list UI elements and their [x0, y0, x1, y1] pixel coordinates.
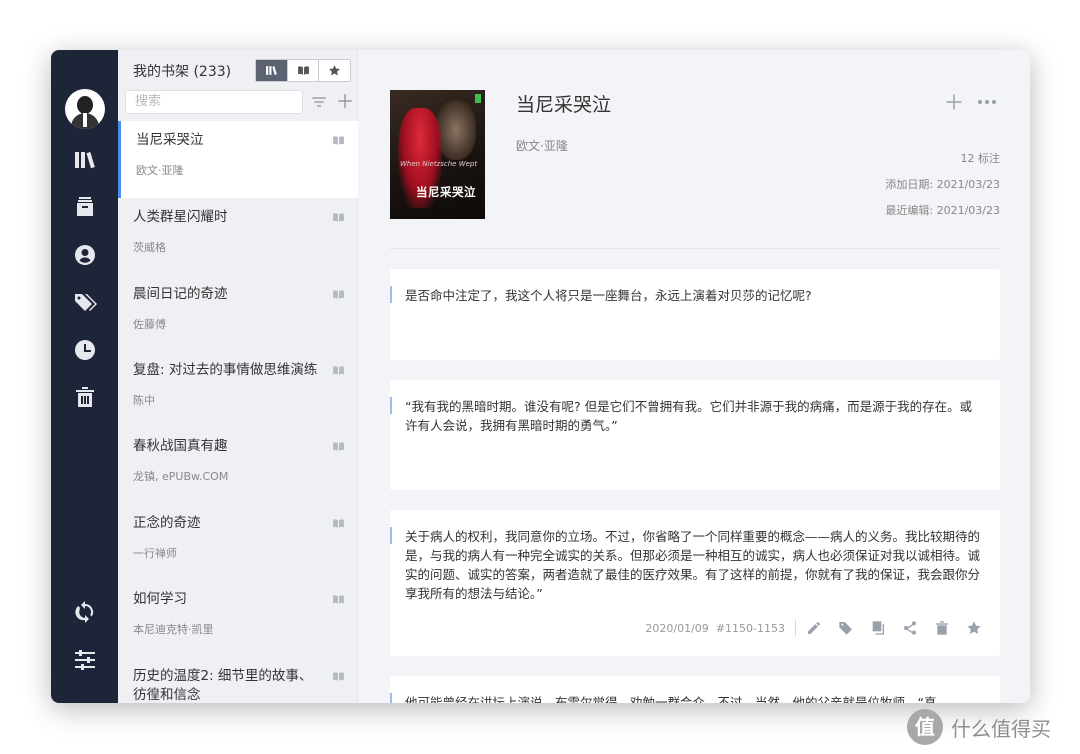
book-author: 欧文·亚隆	[136, 164, 184, 177]
add-book-icon[interactable]	[336, 92, 354, 110]
annotation-card[interactable]: 是否命中注定了，我这个人将只是一座舞台，永远上演着对贝莎的记忆呢?	[390, 269, 1000, 360]
quote-bar	[390, 286, 392, 303]
view-favorites-button[interactable]	[319, 60, 350, 81]
copy-icon[interactable]	[870, 620, 886, 636]
book-list-item[interactable]: 如何学习 本尼迪克特·凯里	[118, 580, 358, 657]
book-title: 人类群星闪耀时	[133, 209, 228, 225]
book-list-item[interactable]: 人类群星闪耀时 茨威格	[118, 198, 358, 275]
app-window: 我的书架 (233) 搜索 当尼采哭泣 欧文·亚隆 人类群星闪耀时 茨威格 晨间…	[51, 50, 1030, 703]
book-cover: When Nietzsche Wept 当尼采哭泣	[390, 90, 485, 219]
book-detail-title: 当尼采哭泣	[516, 94, 612, 116]
annotation-card[interactable]: 关于病人的权利，我同意你的立场。不过，你省略了一个同样重要的概念——病人的义务。…	[390, 510, 1000, 656]
added-date: 添加日期: 2021/03/23	[885, 178, 1000, 191]
book-list-panel: 我的书架 (233) 搜索 当尼采哭泣 欧文·亚隆 人类群星闪耀时 茨威格 晨间…	[118, 50, 358, 703]
tags-icon[interactable]	[71, 288, 99, 316]
star-icon	[329, 65, 341, 76]
book-title: 晨间日记的奇迹	[133, 286, 228, 302]
add-icon[interactable]	[945, 93, 963, 111]
quote-bar	[390, 397, 392, 414]
search-input[interactable]: 搜索	[125, 90, 303, 114]
book-list-item[interactable]: 春秋战国真有趣 龙镇, ePUBw.COM	[118, 427, 358, 504]
annotation-footer: 2020/01/09 #1150-1153	[645, 620, 982, 636]
quote-bar	[390, 527, 392, 544]
view-toggle	[255, 59, 351, 82]
library-icon[interactable]	[71, 146, 99, 174]
cover-title: 当尼采哭泣	[416, 185, 476, 199]
book-author: 本尼迪克特·凯里	[133, 623, 214, 636]
history-icon[interactable]	[71, 336, 99, 364]
view-books-button[interactable]	[256, 60, 288, 81]
book-title: 当尼采哭泣	[136, 132, 204, 148]
annotation-text: 他可能曾经在讲坛上演说，布雷尔觉得，劝勉一群会众。不过，当然，他的父亲就是位牧师…	[405, 695, 937, 703]
settings-sliders-icon[interactable]	[71, 646, 99, 674]
edit-icon[interactable]	[806, 620, 822, 636]
share-icon[interactable]	[902, 620, 918, 636]
annotation-card[interactable]: “我有我的黑暗时期。谁没有呢? 但是它们不曾拥有我。它们并非源于我的病痛，而是源…	[390, 380, 1000, 490]
open-book-icon	[333, 136, 344, 145]
book-detail-author: 欧文·亚隆	[516, 139, 568, 153]
annotation-date: 2020/01/09	[645, 621, 709, 635]
open-book-icon	[297, 66, 309, 75]
cover-subtitle: When Nietzsche Wept	[400, 160, 478, 168]
open-book-icon	[333, 366, 344, 375]
book-title: 如何学习	[133, 591, 187, 607]
annotation-text: 是否命中注定了，我这个人将只是一座舞台，永远上演着对贝莎的记忆呢?	[405, 288, 812, 303]
archive-icon[interactable]	[71, 193, 99, 221]
open-book-icon	[333, 290, 344, 299]
trash-icon[interactable]	[71, 383, 99, 411]
star-icon[interactable]	[966, 620, 982, 636]
watermark-logo: 值	[907, 709, 943, 745]
open-book-icon	[333, 595, 344, 604]
profile-icon[interactable]	[71, 241, 99, 269]
avatar[interactable]	[65, 89, 105, 129]
annotation-location: #1150-1153	[715, 621, 785, 635]
edited-date: 最近编辑: 2021/03/23	[885, 204, 1000, 217]
book-list-item[interactable]: 历史的温度2: 细节里的故事、彷徨和信念	[118, 657, 358, 703]
book-title: 历史的温度2: 细节里的故事、彷徨和信念	[133, 668, 313, 703]
book-list-item[interactable]: 正念的奇迹 一行禅师	[118, 504, 358, 581]
book-title: 春秋战国真有趣	[133, 438, 228, 454]
book-list-item[interactable]: 当尼采哭泣 欧文·亚隆	[118, 121, 358, 198]
annotation-count: 12 标注	[960, 152, 1001, 165]
watermark-text: 什么值得买	[951, 717, 1051, 741]
more-icon[interactable]	[977, 99, 997, 105]
book-author: 陈中	[133, 394, 155, 407]
library-title: 我的书架 (233)	[133, 64, 232, 80]
annotation-text: “我有我的黑暗时期。谁没有呢? 但是它们不曾拥有我。它们并非源于我的病痛，而是源…	[405, 399, 973, 433]
open-book-icon	[333, 213, 344, 222]
book-author: 一行禅师	[133, 547, 177, 560]
book-title: 正念的奇迹	[133, 515, 201, 531]
book-author: 茨威格	[133, 241, 166, 254]
library-icon	[265, 66, 277, 75]
book-list-item[interactable]: 复盘: 对过去的事情做思维演练 陈中	[118, 351, 358, 428]
book-title: 复盘: 对过去的事情做思维演练	[133, 362, 318, 378]
divider	[390, 248, 1000, 249]
view-reading-button[interactable]	[288, 60, 320, 81]
book-author: 龙镇, ePUBw.COM	[133, 470, 229, 483]
filter-icon[interactable]	[311, 94, 327, 110]
book-author: 佐藤傅	[133, 318, 166, 331]
nav-rail	[51, 50, 118, 703]
quote-bar	[390, 693, 392, 703]
annotation-card[interactable]: 他可能曾经在讲坛上演说，布雷尔觉得，劝勉一群会众。不过，当然，他的父亲就是位牧师…	[390, 676, 1000, 703]
open-book-icon	[333, 672, 344, 681]
annotation-text: 关于病人的权利，我同意你的立场。不过，你省略了一个同样重要的概念——病人的义务。…	[405, 529, 981, 601]
book-list-item[interactable]: 晨间日记的奇迹 佐藤傅	[118, 275, 358, 352]
sync-icon[interactable]	[71, 598, 99, 626]
book-detail-panel: When Nietzsche Wept 当尼采哭泣 当尼采哭泣 欧文·亚隆 12…	[358, 50, 1030, 703]
open-book-icon	[333, 442, 344, 451]
delete-icon[interactable]	[934, 620, 950, 636]
open-book-icon	[333, 519, 344, 528]
tag-icon[interactable]	[838, 620, 854, 636]
